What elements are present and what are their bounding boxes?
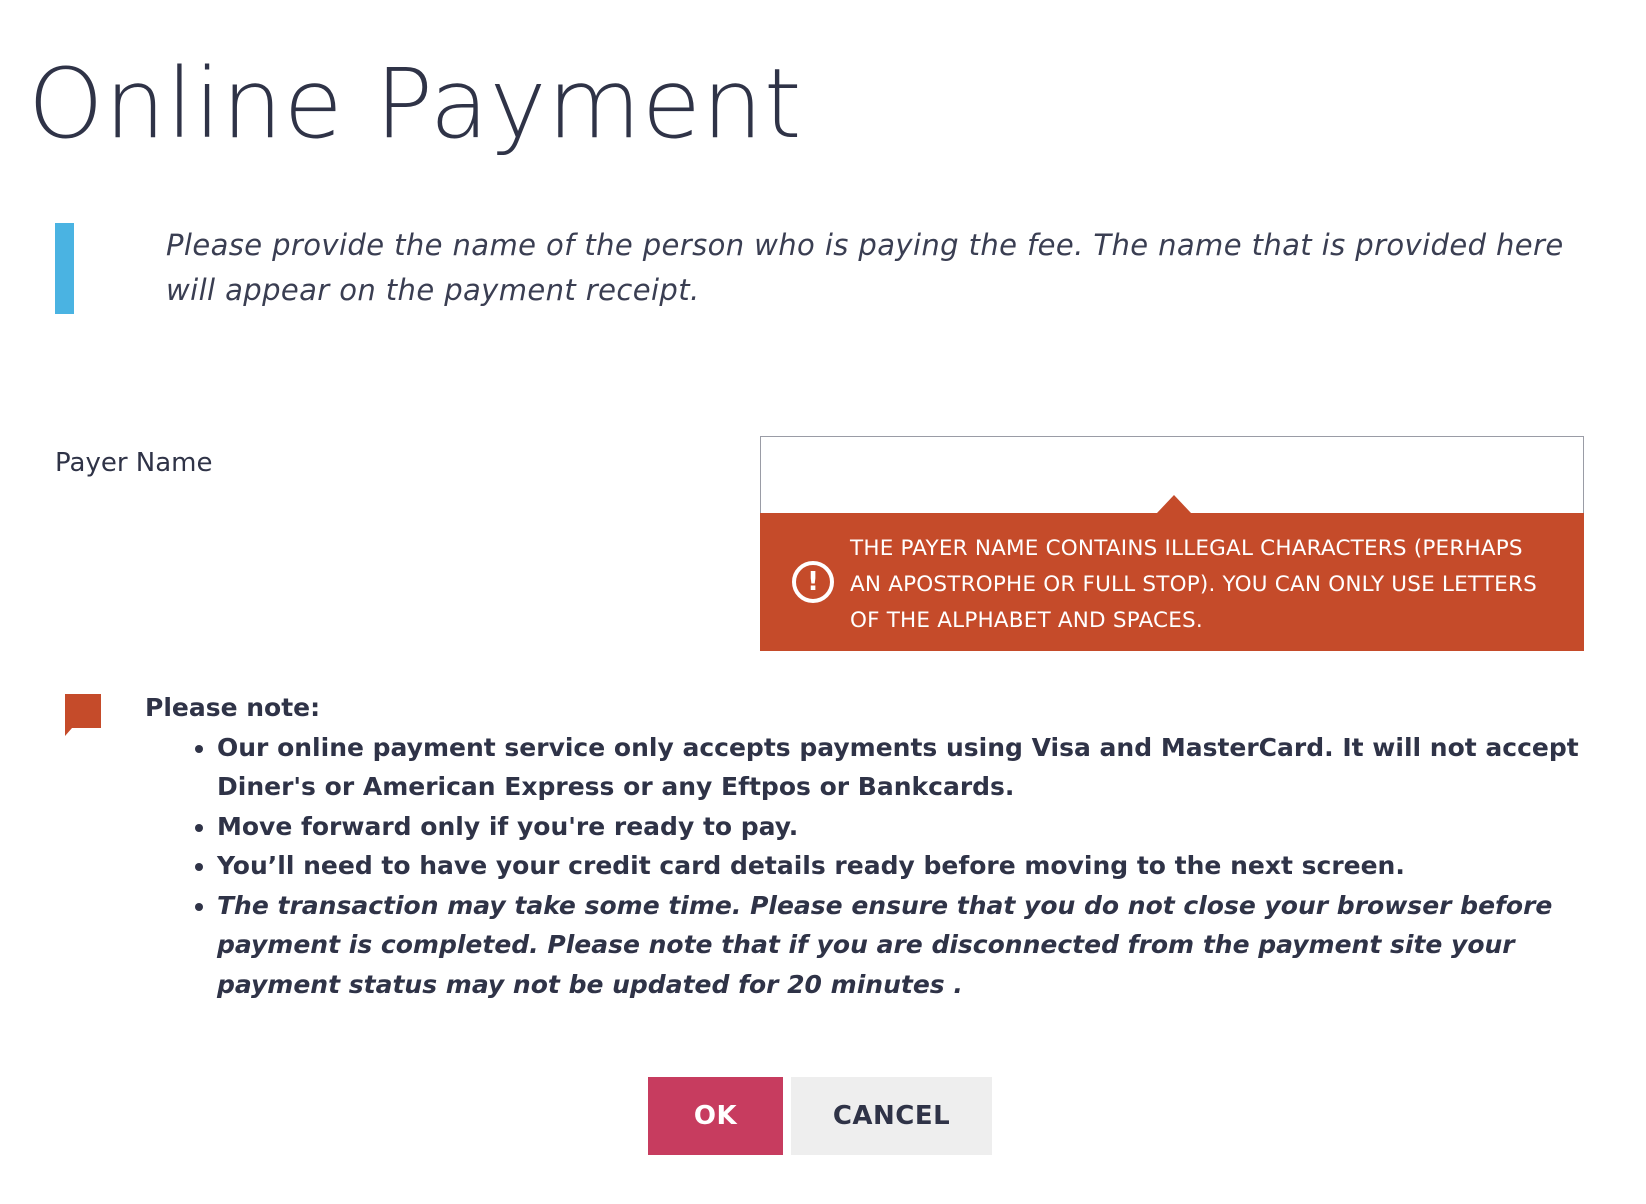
note-item: Our online payment service only accepts … (217, 728, 1585, 807)
error-message-text: THE PAYER NAME CONTAINS ILLEGAL CHARACTE… (850, 536, 1537, 633)
payer-name-label: Payer Name (55, 448, 213, 478)
intro-text: Please provide the name of the person wh… (166, 228, 1564, 307)
cancel-button[interactable]: CANCEL (791, 1077, 992, 1155)
note-list: Our online payment service only accepts … (145, 728, 1585, 1005)
note-item: Move forward only if you're ready to pay… (217, 807, 1585, 847)
error-pointer (1157, 495, 1191, 513)
exclamation-circle-icon: ! (792, 561, 834, 603)
speech-bubble-icon (65, 694, 101, 736)
note-title: Please note: (145, 693, 321, 722)
info-accent-bar (55, 223, 74, 314)
page-title: Online Payment (28, 48, 803, 160)
note-item: You’ll need to have your credit card det… (217, 846, 1585, 886)
note-item: The transaction may take some time. Plea… (217, 886, 1585, 1005)
ok-button[interactable]: OK (648, 1077, 783, 1155)
payment-note: Please note: Our online payment service … (145, 688, 1585, 1004)
error-message-box: ! THE PAYER NAME CONTAINS ILLEGAL CHARAC… (760, 513, 1584, 651)
